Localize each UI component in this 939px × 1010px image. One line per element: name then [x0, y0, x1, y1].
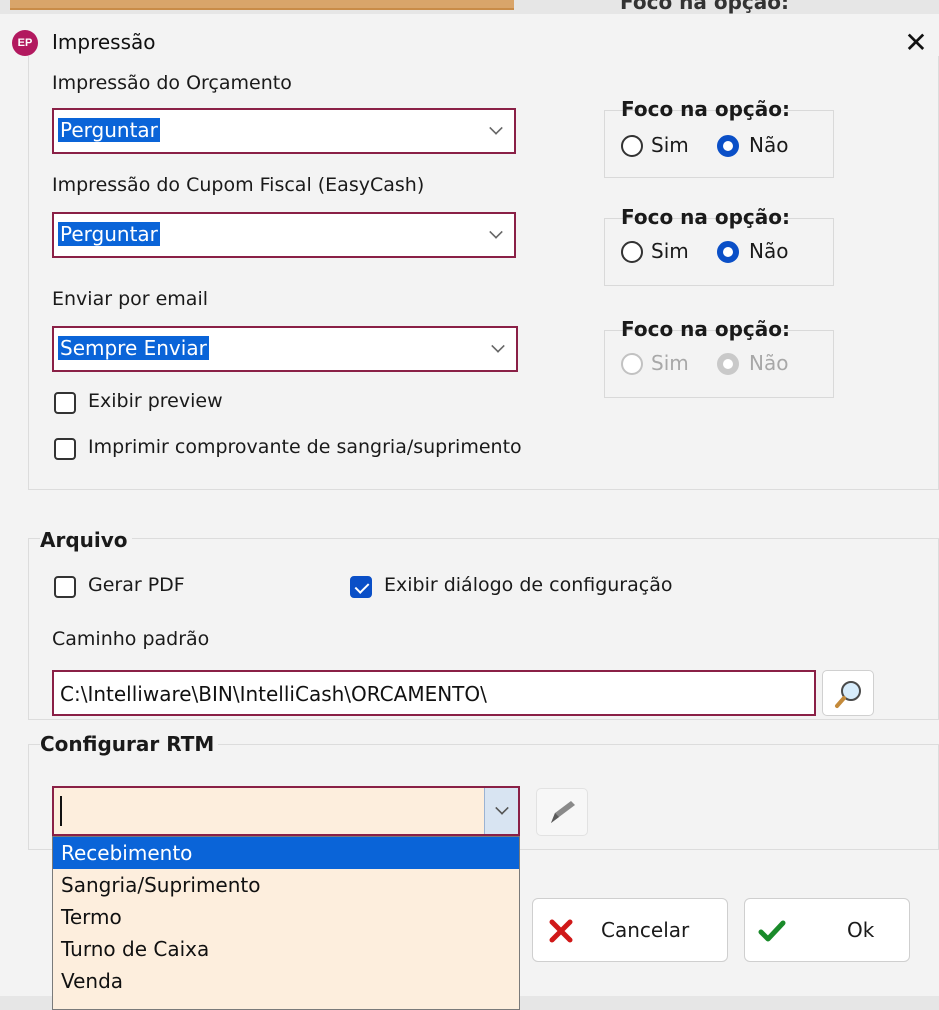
rtm-options-list: Recebimento Sangria/Suprimento Termo Tur… [52, 836, 520, 1010]
focus-nao-radio [717, 353, 739, 375]
email-select-value: Sempre Enviar [58, 336, 209, 360]
cupom-label: Impressão do Cupom Fiscal (EasyCash) [52, 174, 425, 196]
rtm-edit-button[interactable] [536, 788, 588, 836]
rtm-dropdown-button[interactable] [484, 788, 518, 834]
background-partial-text: Foco na opção: [620, 0, 789, 14]
focus-sim-radio[interactable] [621, 241, 643, 263]
imprimir-comprovante-label: Imprimir comprovante de sangria/suprimen… [88, 436, 522, 458]
gerar-pdf-label: Gerar PDF [88, 574, 185, 596]
close-icon: ✕ [904, 25, 928, 59]
email-select[interactable]: Sempre Enviar [52, 326, 518, 372]
rtm-option[interactable]: Termo [53, 901, 519, 933]
pencil-icon [551, 801, 575, 823]
rtm-option[interactable]: Venda [53, 965, 519, 997]
rtm-option[interactable]: Sangria/Suprimento [53, 869, 519, 901]
print-dialog: EP Impressão ✕ Impressão do Orçamento Pe… [0, 14, 939, 1010]
focus-sim-radio[interactable] [621, 135, 643, 157]
rtm-title: Configurar RTM [40, 732, 219, 756]
focus-nao-label: Não [749, 351, 789, 375]
focus-nao-radio[interactable] [717, 241, 739, 263]
focus-sim-label: Sim [651, 133, 689, 157]
close-icon [549, 919, 573, 943]
exibir-preview-label: Exibir preview [88, 390, 223, 412]
imprimir-comprovante-checkbox[interactable] [54, 438, 76, 460]
focus-title: Foco na opção: [621, 317, 790, 341]
focus-sim-label: Sim [651, 351, 689, 375]
focus-title: Foco na opção: [621, 97, 790, 121]
rtm-option[interactable]: Turno de Caixa [53, 933, 519, 965]
orcamento-label: Impressão do Orçamento [52, 72, 292, 94]
focus-nao-label: Não [749, 239, 789, 263]
exibir-preview-checkbox[interactable] [54, 392, 76, 414]
caminho-input[interactable]: C:\Intelliware\BIN\IntelliCash\ORCAMENTO… [52, 670, 816, 716]
chevron-down-icon [495, 801, 509, 815]
chevron-down-icon [491, 339, 505, 353]
browse-button[interactable] [822, 670, 874, 716]
app-icon: EP [12, 30, 38, 56]
rtm-option[interactable]: Recebimento [53, 837, 519, 869]
cupom-select-value: Perguntar [58, 222, 160, 246]
exibir-dialogo-checkbox[interactable] [350, 576, 372, 598]
search-icon [835, 681, 861, 708]
chevron-down-icon [489, 225, 503, 239]
rtm-combobox[interactable] [52, 786, 520, 836]
focus-nao-radio[interactable] [717, 135, 739, 157]
orcamento-select[interactable]: Perguntar [52, 108, 516, 154]
ok-button[interactable]: Ok [744, 898, 910, 962]
focus-nao-label: Não [749, 133, 789, 157]
background-window-bar [10, 0, 514, 10]
focus-group-orcamento: Foco na opção: Sim Não [604, 97, 834, 178]
window-title: Impressão [52, 30, 156, 54]
focus-sim-label: Sim [651, 239, 689, 263]
chevron-down-icon [489, 121, 503, 135]
focus-group-cupom: Foco na opção: Sim Não [604, 205, 834, 286]
checkmark-icon [758, 920, 786, 942]
exibir-dialogo-label: Exibir diálogo de configuração [384, 574, 673, 596]
ok-button-label: Ok [847, 918, 875, 942]
text-caret [60, 796, 62, 826]
caminho-input-value: C:\Intelliware\BIN\IntelliCash\ORCAMENTO… [60, 682, 487, 706]
cancel-button-label: Cancelar [601, 918, 690, 942]
caminho-label: Caminho padrão [52, 628, 210, 650]
focus-title: Foco na opção: [621, 205, 790, 229]
focus-group-email: Foco na opção: Sim Não [604, 317, 834, 398]
arquivo-title: Arquivo [40, 528, 132, 552]
focus-sim-radio [621, 353, 643, 375]
cupom-select[interactable]: Perguntar [52, 212, 516, 258]
cancel-button[interactable]: Cancelar [532, 898, 728, 962]
gerar-pdf-checkbox[interactable] [54, 576, 76, 598]
orcamento-select-value: Perguntar [58, 118, 160, 142]
email-label: Enviar por email [52, 288, 208, 310]
